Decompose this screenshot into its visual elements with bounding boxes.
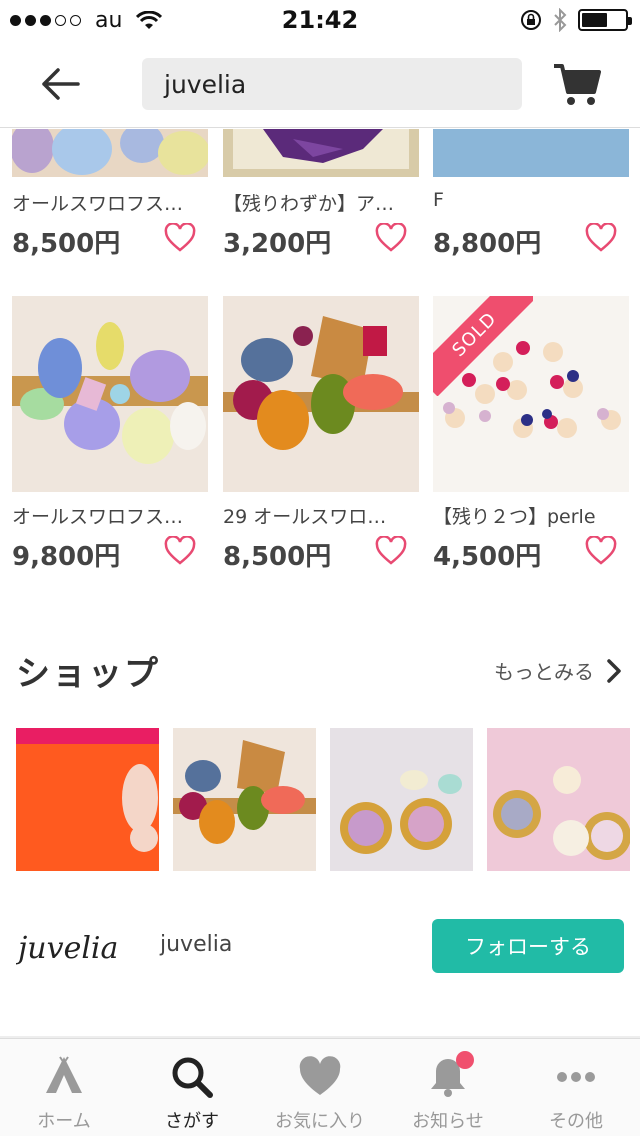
more-icon	[557, 1072, 595, 1082]
search-header: juvelia	[0, 40, 640, 128]
search-query: juvelia	[164, 69, 247, 99]
product-title: 29 オールスワロ…	[223, 506, 387, 528]
cart-button[interactable]	[552, 60, 602, 108]
shop-thumbnail[interactable]	[330, 728, 473, 871]
favorite-button[interactable]	[585, 535, 617, 566]
bluetooth-icon	[554, 8, 567, 32]
product-image	[433, 129, 629, 177]
shop-thumbnails	[16, 728, 630, 871]
product-image	[223, 129, 419, 177]
see-more-link[interactable]: もっとみる	[494, 656, 622, 685]
arrow-left-icon	[42, 68, 80, 100]
product-image	[12, 129, 208, 177]
product-card[interactable]: オールスワロフス… 8,500円	[12, 129, 208, 259]
product-image: SOLD	[433, 296, 629, 492]
sold-ribbon: SOLD	[433, 296, 533, 396]
product-price: 8,500円	[12, 229, 121, 259]
tab-more[interactable]: その他	[512, 1039, 640, 1136]
heart-outline-icon	[585, 535, 617, 565]
shop-thumbnail[interactable]	[16, 728, 159, 871]
cart-icon	[554, 64, 601, 105]
product-title: F	[433, 189, 444, 211]
favorite-button[interactable]	[375, 222, 407, 253]
heart-outline-icon	[164, 535, 196, 565]
heart-outline-icon	[164, 222, 196, 252]
tab-favorites[interactable]: お気に入り	[256, 1039, 384, 1136]
chevron-right-icon	[607, 658, 621, 683]
product-card[interactable]: F 8,800円	[433, 129, 629, 259]
tab-search[interactable]: さがす	[128, 1039, 256, 1136]
product-price: 9,800円	[12, 542, 121, 572]
product-price: 4,500円	[433, 542, 542, 572]
product-image	[12, 296, 208, 492]
section-title-shop: ショップ	[16, 654, 160, 694]
shop-logo: juvelia	[12, 918, 136, 974]
rotation-lock-icon	[521, 10, 541, 30]
search-icon	[172, 1057, 213, 1098]
search-input[interactable]: juvelia	[142, 58, 522, 110]
tab-label: お気に入り	[275, 1111, 365, 1132]
tent-icon	[46, 1056, 82, 1093]
product-title: 【残り２つ】perle	[433, 506, 596, 528]
heart-outline-icon	[585, 222, 617, 252]
favorite-button[interactable]	[164, 222, 196, 253]
product-card[interactable]: オールスワロフス… 9,800円	[12, 296, 208, 572]
tab-label: お知らせ	[412, 1111, 484, 1132]
notification-badge	[456, 1051, 474, 1069]
shop-thumbnail[interactable]	[173, 728, 316, 871]
shop-thumbnail[interactable]	[487, 728, 630, 871]
product-price: 8,800円	[433, 229, 542, 259]
tab-label: さがす	[165, 1111, 219, 1132]
shop-logo-text: juvelia	[16, 931, 118, 966]
shop-row[interactable]: juvelia juvelia フォローする	[0, 904, 640, 988]
product-title: オールスワロフス…	[12, 506, 184, 528]
status-bar: au 21:42	[0, 0, 640, 40]
tab-notifications[interactable]: お知らせ	[384, 1039, 512, 1136]
product-title: オールスワロフス…	[12, 193, 184, 215]
favorite-button[interactable]	[585, 222, 617, 253]
shop-name: juvelia	[160, 932, 233, 957]
heart-outline-icon	[375, 222, 407, 252]
tab-home[interactable]: ホーム	[0, 1039, 128, 1136]
favorite-button[interactable]	[375, 535, 407, 566]
tab-label: ホーム	[37, 1111, 91, 1132]
product-card[interactable]: 29 オールスワロ… 8,500円	[223, 296, 419, 572]
product-image	[223, 296, 419, 492]
heart-icon	[299, 1056, 341, 1095]
heart-outline-icon	[375, 535, 407, 565]
favorite-button[interactable]	[164, 535, 196, 566]
tab-bar: ホーム さがす お気に入り お知らせ その他	[0, 1038, 640, 1136]
follow-button[interactable]: フォローする	[432, 919, 624, 973]
tab-label: その他	[549, 1111, 603, 1132]
battery-icon	[578, 9, 632, 31]
sold-label: SOLD	[433, 296, 533, 396]
see-more-label: もっとみる	[494, 660, 594, 684]
product-card[interactable]: 【残りわずか】ア… 3,200円	[223, 129, 419, 259]
product-price: 3,200円	[223, 229, 332, 259]
product-price: 8,500円	[223, 542, 332, 572]
product-title: 【残りわずか】ア…	[223, 193, 395, 215]
back-button[interactable]	[36, 62, 84, 106]
product-card[interactable]: SOLD 【残り２つ】perle 4,500円	[433, 296, 629, 572]
